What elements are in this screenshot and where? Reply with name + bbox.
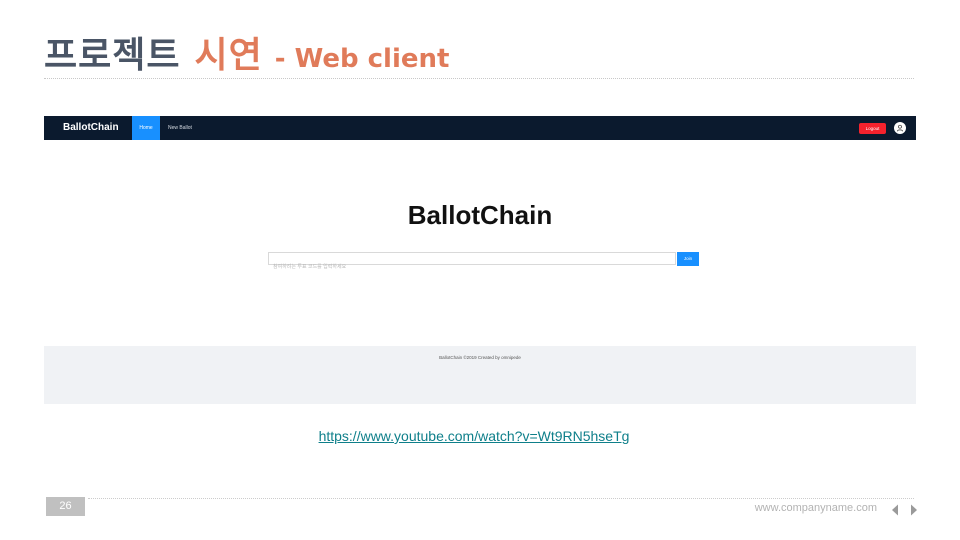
- page-number: 26: [46, 497, 85, 516]
- join-button[interactable]: Join: [677, 252, 699, 266]
- video-link[interactable]: https://www.youtube.com/watch?v=Wt9RN5hs…: [0, 428, 948, 444]
- prev-arrow-icon[interactable]: [891, 504, 900, 516]
- footer-text: BallotChain ©2019 Created by omnipede: [439, 355, 521, 360]
- company-website: www.companyname.com: [754, 502, 877, 514]
- next-arrow-icon[interactable]: [909, 504, 918, 516]
- title-suffix: - Web client: [274, 44, 450, 74]
- ballot-code-search[interactable]: [268, 252, 679, 273]
- title-main: 프로젝트: [44, 35, 181, 76]
- user-avatar[interactable]: [894, 122, 906, 134]
- web-client-screenshot: BallotChain Home New Ballot Logout Ballo…: [44, 116, 916, 404]
- nav-new-ballot[interactable]: New Ballot: [168, 116, 192, 140]
- app-footer: BallotChain ©2019 Created by omnipede: [44, 346, 916, 404]
- logout-button[interactable]: Logout: [859, 123, 886, 134]
- nav-home[interactable]: Home: [132, 116, 160, 140]
- slide-title: 프로젝트 시연 - Web client: [44, 26, 449, 78]
- user-icon: [896, 124, 904, 132]
- app-brand[interactable]: BallotChain: [63, 116, 119, 140]
- title-accent: 시연: [194, 35, 263, 76]
- app-navbar: BallotChain Home New Ballot Logout: [44, 116, 916, 140]
- title-divider: [44, 78, 914, 79]
- hero-title: BallotChain: [407, 200, 553, 230]
- ballot-code-input[interactable]: [269, 261, 679, 273]
- footer-divider: [88, 498, 914, 499]
